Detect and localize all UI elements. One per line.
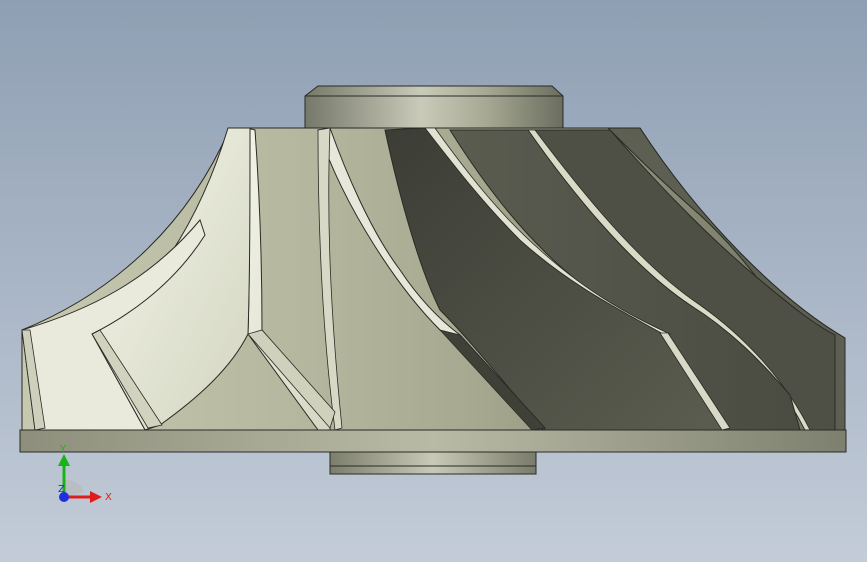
y-axis-label: Y: [59, 444, 67, 455]
base-plate: [19, 429, 847, 453]
y-axis-arrowhead: [58, 454, 70, 466]
3d-viewport[interactable]: Y X Z: [0, 0, 867, 562]
z-axis-label: Z: [58, 484, 65, 495]
bottom-shaft: [329, 451, 537, 475]
coordinate-triad[interactable]: Y X Z: [52, 442, 122, 512]
x-axis-arrowhead: [90, 491, 102, 503]
top-hub: [304, 85, 564, 133]
x-axis-label: X: [105, 492, 112, 503]
impeller-model[interactable]: [0, 0, 867, 562]
